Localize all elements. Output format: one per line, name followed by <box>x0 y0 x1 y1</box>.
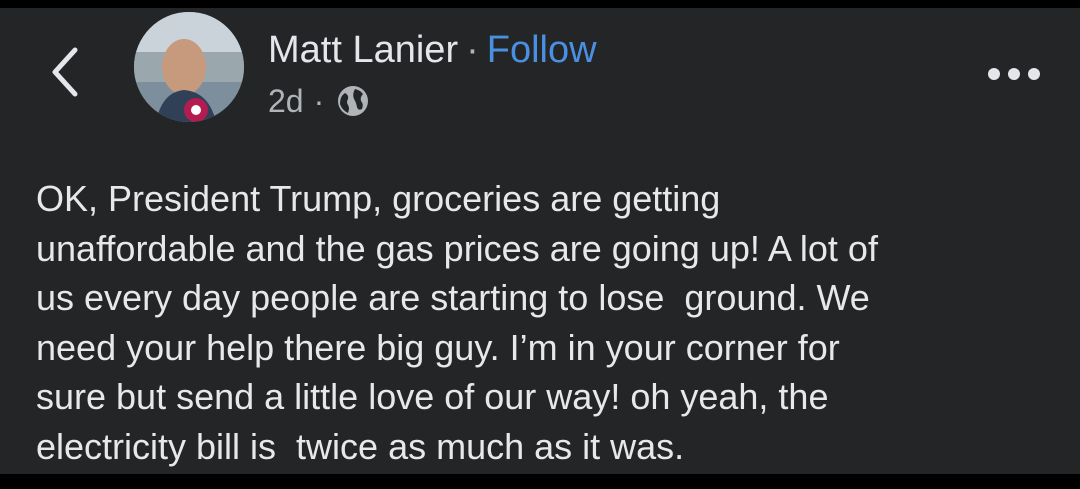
follow-button[interactable]: Follow <box>487 29 597 71</box>
more-options-button[interactable] <box>982 54 1046 94</box>
author-avatar[interactable] <box>134 12 244 122</box>
author-name[interactable]: Matt Lanier <box>268 29 458 71</box>
name-separator: · <box>466 29 479 71</box>
author-line: Matt Lanier · Follow <box>268 22 597 78</box>
avatar-photo <box>134 12 244 122</box>
post-card: Matt Lanier · Follow 2d · OK, President Tr… <box>0 8 1080 474</box>
more-horizontal-icon <box>988 68 1040 80</box>
back-button[interactable] <box>40 42 90 102</box>
post-timestamp[interactable]: 2d <box>268 78 304 124</box>
meta-separator: · <box>313 83 325 119</box>
post-meta: 2d · <box>268 78 370 124</box>
post-body-text: OK, President Trump, groceries are getti… <box>36 178 878 467</box>
chevron-left-icon <box>52 47 78 97</box>
globe-icon[interactable] <box>336 84 370 118</box>
